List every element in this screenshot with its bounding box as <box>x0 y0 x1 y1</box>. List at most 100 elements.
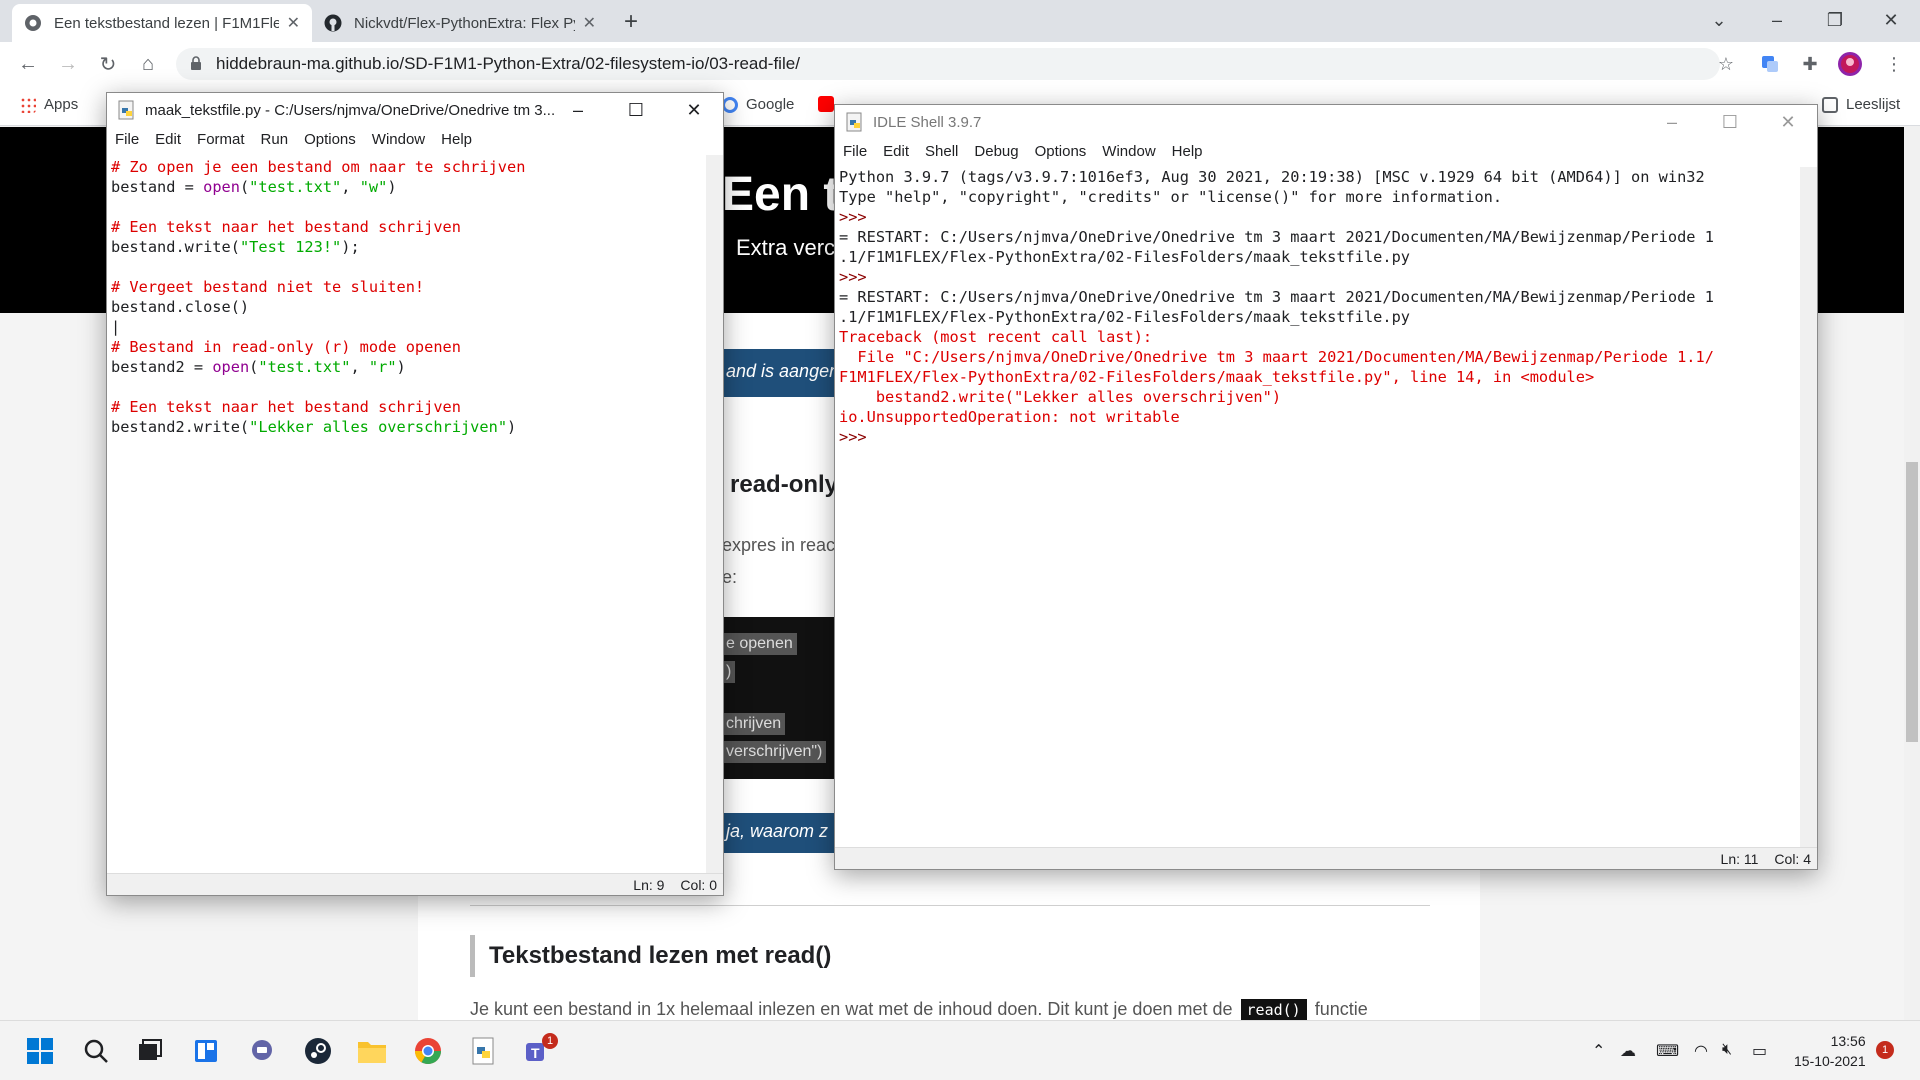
editor-scrollbar[interactable] <box>706 155 723 873</box>
paragraph: expres in reac <box>722 535 836 555</box>
maximize-icon[interactable]: ☐ <box>1701 105 1759 139</box>
address-bar[interactable]: hiddebraun-ma.github.io/SD-F1M1-Python-E… <box>176 48 1720 80</box>
bookmark-google[interactable]: Google <box>722 96 794 113</box>
new-tab-button[interactable]: + <box>624 8 638 36</box>
file-explorer-icon[interactable] <box>356 1035 388 1067</box>
tab-github[interactable]: Nickvdt/Flex-PythonExtra: Flex Py ✕ <box>312 4 608 42</box>
steam-icon[interactable] <box>302 1035 334 1067</box>
search-icon[interactable] <box>80 1035 112 1067</box>
idle-editor-window: maak_tekstfile.py - C:/Users/njmva/OneDr… <box>106 92 724 896</box>
menu-kebab-icon[interactable]: ⋮ <box>1880 50 1908 78</box>
code-token: open <box>212 358 250 376</box>
minimize-icon[interactable]: – <box>1643 105 1701 139</box>
menu-options[interactable]: Options <box>1027 143 1095 160</box>
home-icon[interactable]: ⌂ <box>134 50 162 78</box>
reading-list[interactable]: Leeslijst <box>1822 96 1900 113</box>
page-subtitle: Extra verc <box>736 235 836 260</box>
code-line: # Vergeet bestand niet te sluiten! <box>111 277 525 297</box>
menu-bar: File Edit Shell Debug Options Window Hel… <box>835 139 1817 163</box>
teams-chat-icon[interactable] <box>246 1035 278 1067</box>
tab-close-icon[interactable]: ✕ <box>583 13 596 33</box>
menu-help[interactable]: Help <box>433 131 480 148</box>
scrollbar-thumb[interactable] <box>1906 462 1918 742</box>
start-icon[interactable] <box>24 1035 56 1067</box>
menu-edit[interactable]: Edit <box>147 131 189 148</box>
menu-format[interactable]: Format <box>189 131 253 148</box>
github-icon <box>324 14 342 32</box>
shell-scrollbar[interactable] <box>1800 167 1817 847</box>
chrome-icon[interactable] <box>412 1035 444 1067</box>
url-text: hiddebraun-ma.github.io/SD-F1M1-Python-E… <box>216 54 800 73</box>
minimize-icon[interactable]: – <box>1748 0 1806 40</box>
shell-line: Type "help", "copyright", "credits" or "… <box>839 188 1503 206</box>
idle-python-icon[interactable] <box>468 1035 500 1067</box>
bookmark-apps[interactable]: Apps <box>20 96 78 113</box>
code-editor[interactable]: # Zo open je een bestand om naar te schr… <box>111 157 525 437</box>
menu-help[interactable]: Help <box>1164 143 1211 160</box>
menu-window[interactable]: Window <box>364 131 433 148</box>
profile-avatar[interactable] <box>1836 50 1864 78</box>
menu-file[interactable]: File <box>107 131 147 148</box>
close-icon[interactable]: ✕ <box>665 93 723 127</box>
menu-window[interactable]: Window <box>1094 143 1163 160</box>
code-token: "Lekker alles overschrijven" <box>249 418 508 436</box>
extensions-icon[interactable]: ✚ <box>1796 50 1824 78</box>
lock-icon <box>191 56 201 70</box>
divider <box>470 905 1430 906</box>
task-view-icon[interactable] <box>134 1035 166 1067</box>
code-token: open <box>203 178 240 196</box>
code-token: ( <box>239 178 250 196</box>
restore-icon[interactable]: ❐ <box>1806 0 1864 40</box>
maximize-icon[interactable]: ☐ <box>607 93 665 127</box>
widgets-icon[interactable] <box>190 1035 222 1067</box>
tab-favicon-icon <box>24 14 42 32</box>
page-scrollbar[interactable] <box>1904 127 1920 1020</box>
bookmark-label: Apps <box>44 96 79 113</box>
code-token: "r" <box>368 358 397 376</box>
reading-list-icon <box>1822 96 1838 113</box>
back-icon[interactable]: ← <box>14 50 42 78</box>
bookmark-star-icon[interactable]: ☆ <box>1712 50 1740 78</box>
battery-icon[interactable]: ▭ <box>1752 1041 1767 1061</box>
reload-icon[interactable]: ↻ <box>94 50 122 78</box>
code-token: "test.txt" <box>249 178 342 196</box>
code-line: | <box>111 317 525 337</box>
chevron-up-icon[interactable]: ⌃ <box>1592 1041 1605 1061</box>
volume-muted-icon[interactable]: 🔇︎ <box>1722 1041 1732 1059</box>
menu-shell[interactable]: Shell <box>917 143 966 160</box>
tab-strip: Een tekstbestand lezen | F1M1Fle ✕ Nickv… <box>0 0 1920 42</box>
inline-code: read() <box>1240 999 1307 1020</box>
code-token: "w" <box>359 178 388 196</box>
shell-output[interactable]: Python 3.9.7 (tags/v3.9.7:1016ef3, Aug 3… <box>839 167 1714 447</box>
window-title: maak_tekstfile.py - C:/Users/njmva/OneDr… <box>145 101 556 119</box>
tab-search-icon[interactable]: ⌄ <box>1690 0 1748 40</box>
clock[interactable]: 13:56 15-10-2021 <box>1794 1031 1866 1071</box>
code-line: bestand = open("test.txt", "w") <box>111 177 525 197</box>
translate-icon[interactable] <box>1756 50 1784 78</box>
code-line: bestand2 = open("test.txt", "r") <box>111 357 525 377</box>
code-line: e openen <box>722 633 797 655</box>
menu-edit[interactable]: Edit <box>875 143 917 160</box>
menu-file[interactable]: File <box>835 143 875 160</box>
tab-close-icon[interactable]: ✕ <box>287 13 300 33</box>
menu-debug[interactable]: Debug <box>966 143 1026 160</box>
minimize-icon[interactable]: – <box>549 93 607 127</box>
notification-badge[interactable]: 1 <box>1876 1041 1894 1059</box>
close-icon[interactable]: ✕ <box>1862 0 1920 40</box>
code-token: "Test 123!" <box>239 238 342 256</box>
status-col: Col: 0 <box>680 876 717 893</box>
code-token: bestand = <box>111 178 204 196</box>
menu-run[interactable]: Run <box>253 131 297 148</box>
tab-active[interactable]: Een tekstbestand lezen | F1M1Fle ✕ <box>12 4 312 42</box>
wifi-icon[interactable]: ◠ <box>1694 1041 1708 1061</box>
close-icon[interactable]: ✕ <box>1759 105 1817 139</box>
forward-icon[interactable]: → <box>54 50 82 78</box>
paragraph-read: Je kunt een bestand in 1x helemaal inlez… <box>470 999 1368 1020</box>
page-title: Een t <box>722 168 840 221</box>
keyboard-icon[interactable]: ⌨ <box>1656 1041 1679 1061</box>
onedrive-icon[interactable]: ☁ <box>1620 1041 1636 1061</box>
menu-options[interactable]: Options <box>296 131 364 148</box>
